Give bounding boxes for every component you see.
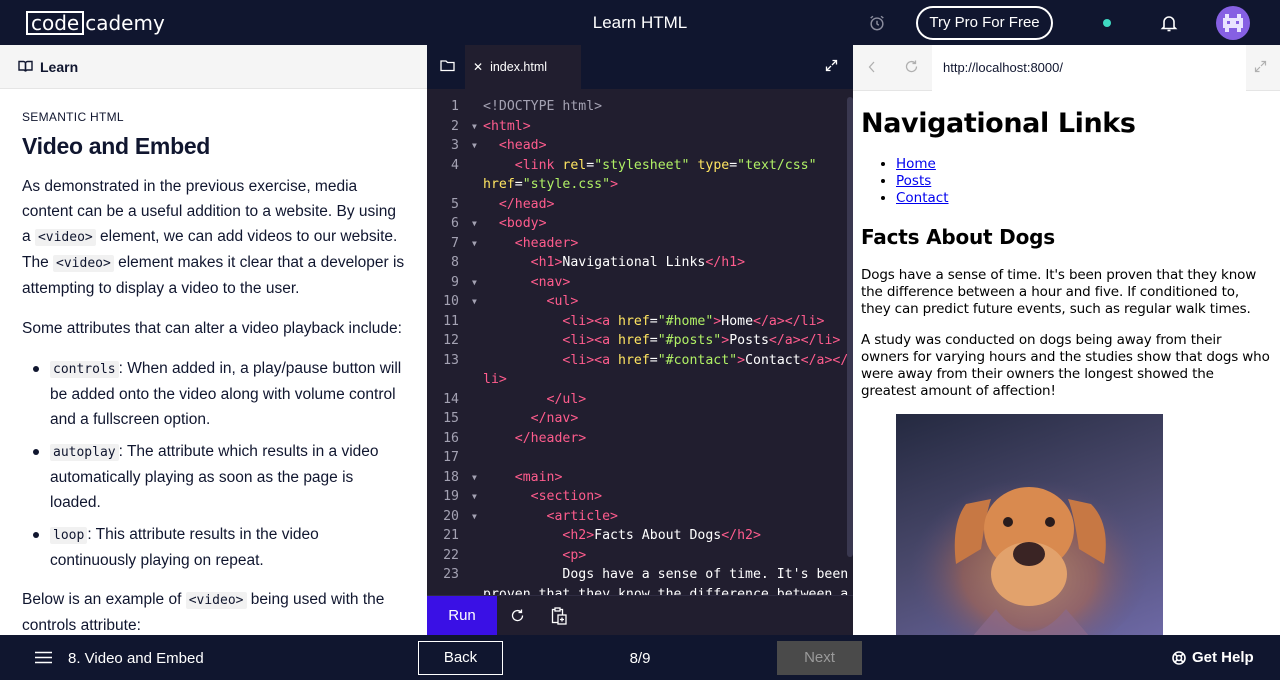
inline-code: <video> xyxy=(53,255,114,272)
lesson-menu-label[interactable]: 8. Video and Embed xyxy=(68,650,204,667)
code-area[interactable]: 1 <!DOCTYPE html> 2 ▼ <html> 3 ▼ <head> 4 <l… xyxy=(427,97,853,597)
file-tab-index-html[interactable]: ✕ index.html xyxy=(465,45,581,89)
dog-image xyxy=(896,414,1163,635)
fullscreen-icon[interactable] xyxy=(1254,60,1267,73)
close-tab-icon[interactable]: ✕ xyxy=(473,60,483,74)
section-heading: Facts About Dogs xyxy=(861,225,1055,249)
code-line: 1 <!DOCTYPE html> xyxy=(451,99,603,114)
page-paragraph: Dogs have a sense of time. It's been pro… xyxy=(861,267,1257,317)
try-pro-button[interactable]: Try Pro For Free xyxy=(916,6,1053,40)
code-line: 23 Dogs have a sense of time. It's been xyxy=(443,567,849,582)
lesson-heading: Video and Embed xyxy=(22,133,211,159)
text-run: Below is an example of xyxy=(22,591,186,608)
code-line: 18 ▼ <main> xyxy=(443,469,563,485)
code-line: 19 ▼ <section> xyxy=(443,489,603,504)
top-bar: code cademy Learn HTML Try Pro For Free xyxy=(0,0,1280,45)
code-line: 2 ▼ <html> xyxy=(451,118,531,134)
code-line: 22 <p> xyxy=(443,547,587,563)
inline-code: <video> xyxy=(34,229,96,246)
page-paragraph: A study was conducted on dogs being away… xyxy=(861,332,1270,399)
back-button[interactable]: Back xyxy=(418,641,503,675)
lesson-eyebrow: SEMANTIC HTML xyxy=(22,110,124,124)
code-line: 11 <li><a href="#home">Home</a></li> xyxy=(443,313,825,329)
book-icon xyxy=(18,60,33,72)
lesson-content: SEMANTIC HTML Video and Embed As demonst… xyxy=(0,89,427,635)
code-line: 8 <h1>Navigational Links</h1> xyxy=(451,255,746,270)
url-bar[interactable]: http://localhost:8000/ xyxy=(932,45,1246,91)
code-line: 16 </header> xyxy=(443,430,587,446)
code-line: 3 ▼ <head> xyxy=(451,138,547,153)
next-button[interactable]: Next xyxy=(777,641,862,675)
inline-code: controls xyxy=(50,361,119,378)
copy-to-clipboard-icon[interactable] xyxy=(551,607,567,625)
attribute-list: controls: When added in, a play/pause bu… xyxy=(22,356,405,573)
code-line: 13 <li><a href="#contact">Contact</a></ xyxy=(443,352,849,368)
code-line: li> xyxy=(483,372,507,387)
inline-code: <video> xyxy=(185,592,247,609)
file-tab-label: index.html xyxy=(490,60,548,74)
learn-tab[interactable]: Learn xyxy=(0,45,427,89)
lesson-progress: 8/9 xyxy=(629,650,651,667)
course-title: Learn HTML xyxy=(592,13,688,32)
list-item: autoplay: The attribute which results in… xyxy=(22,439,405,515)
learn-tab-label: Learn xyxy=(40,58,79,75)
lesson-paragraph: Some attributes that can alter a video p… xyxy=(22,320,402,337)
browser-toolbar: http://localhost:8000/ xyxy=(853,45,1280,91)
hamburger-menu-icon[interactable] xyxy=(35,651,52,664)
code-line: 5 </head> xyxy=(451,196,555,212)
reset-icon[interactable] xyxy=(510,608,525,623)
page-heading: Navigational Links xyxy=(861,108,1136,139)
list-item: loop: This attribute results in the vide… xyxy=(22,522,405,573)
nav-links: Home Posts Contact xyxy=(896,156,1272,207)
get-help-label: Get Help xyxy=(1192,649,1254,666)
bottom-bar: 8. Video and Embed Back 8/9 Next Get Hel… xyxy=(0,635,1280,680)
help-lifebuoy-icon xyxy=(1172,650,1186,665)
browser-preview: http://localhost:8000/ Navigational Link… xyxy=(853,45,1280,635)
code-line: 15 </nav> xyxy=(443,411,579,426)
lesson-paragraph: Below is an example of <video> being use… xyxy=(22,587,405,635)
code-line: 12 <li><a href="#posts">Posts</a></li> xyxy=(443,333,841,348)
editor-toolbar: Run xyxy=(427,595,853,636)
code-line: 4 <link rel="stylesheet" type="text/css" xyxy=(451,157,817,173)
code-line: 21 <h2>Facts About Dogs</h2> xyxy=(443,528,761,543)
rendered-page: Navigational Links Home Posts Contact Fa… xyxy=(853,108,1280,635)
code-line: 14 </ul> xyxy=(443,391,587,407)
list-item: controls: When added in, a play/pause bu… xyxy=(22,356,405,432)
status-dot xyxy=(1103,19,1111,27)
editor-tab-bar: ✕ index.html xyxy=(427,45,853,89)
nav-link-home[interactable]: Home xyxy=(896,156,936,172)
nav-item: Home xyxy=(896,156,1272,173)
folder-icon[interactable] xyxy=(440,59,455,72)
nav-link-posts[interactable]: Posts xyxy=(896,173,931,189)
logo-cademy-text: cademy xyxy=(85,10,165,35)
logo-code-box: code xyxy=(26,10,85,35)
nav-link-contact[interactable]: Contact xyxy=(896,190,949,206)
bell-icon[interactable] xyxy=(1159,13,1179,33)
lesson-paragraph: As demonstrated in the previous exercise… xyxy=(22,174,405,301)
back-arrow-icon[interactable] xyxy=(867,60,877,74)
codecademy-logo[interactable]: code cademy xyxy=(26,10,165,35)
run-button[interactable]: Run xyxy=(427,596,497,636)
code-line: 6 ▼ <body> xyxy=(451,216,547,231)
lesson-panel: Learn SEMANTIC HTML Video and Embed As d… xyxy=(0,45,427,635)
alarm-clock-icon[interactable] xyxy=(868,14,886,32)
code-line: 17 xyxy=(443,450,459,465)
nav-item: Contact xyxy=(896,190,1272,207)
code-line: 20 ▼ <article> xyxy=(443,508,618,524)
nav-item: Posts xyxy=(896,173,1272,190)
refresh-icon[interactable] xyxy=(904,59,919,74)
code-line: 7 ▼ <header> xyxy=(451,235,579,251)
dog-illustration xyxy=(909,469,1149,635)
code-line: 9 ▼ <nav> xyxy=(451,274,571,290)
user-avatar[interactable] xyxy=(1216,6,1250,40)
get-help-button[interactable]: Get Help xyxy=(1172,649,1254,666)
code-line: href="style.css"> xyxy=(483,177,619,192)
expand-icon[interactable] xyxy=(825,59,838,72)
avatar-pixel-icon xyxy=(1223,14,1243,32)
code-editor: ✕ index.html 1 <!DOCTYPE html> 2 ▼ <html> 3… xyxy=(427,45,853,636)
inline-code: loop xyxy=(50,527,88,544)
list-item-text: : This attribute results in the video co… xyxy=(50,526,319,569)
inline-code: autoplay xyxy=(50,444,119,461)
code-line: 10 ▼ <ul> xyxy=(443,294,579,309)
